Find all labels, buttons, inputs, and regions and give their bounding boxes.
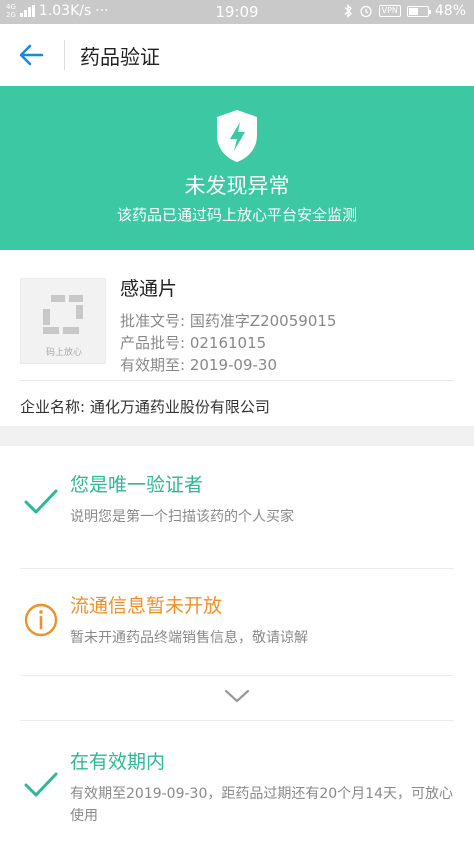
expiry-date: 有效期至: 2019-09-30: [120, 356, 277, 374]
battery-icon: [406, 5, 431, 17]
check-item-unique-verifier: 您是唯一验证者 说明您是第一个扫描该药的个人买家: [0, 446, 474, 568]
chevron-down-icon: [224, 689, 250, 703]
product-card: 码上放心 感通片 批准文号: 国药准字Z20059015 产品批号: 02161…: [0, 250, 474, 426]
check-title: 您是唯一验证者: [70, 474, 204, 496]
check-desc: 暂未开通药品终端销售信息，敬请谅解: [70, 630, 308, 646]
battery-percent: 48%: [434, 3, 466, 19]
check-item-within-validity: 在有效期内 有效期至2019-09-30，距药品过期还有20个月14天，可放心使…: [0, 721, 474, 842]
check-desc: 有效期至2019-09-30，距药品过期还有20个月14天，可放心使用: [70, 786, 453, 824]
check-icon: [24, 489, 58, 514]
section-gap: [0, 426, 474, 446]
header-divider: [64, 40, 65, 70]
info-icon: [24, 603, 58, 637]
company-name: 企业名称: 通化万通药业股份有限公司: [20, 398, 270, 416]
arrow-left-icon: [19, 44, 44, 66]
bluetooth-icon: [344, 4, 352, 18]
battery-fill: [408, 7, 418, 15]
verification-banner: 未发现异常 该药品已通过码上放心平台安全监测: [0, 86, 474, 250]
check-icon: [24, 772, 58, 797]
back-button[interactable]: [14, 40, 50, 70]
check-divider: [20, 675, 454, 676]
product-image: 码上放心: [20, 278, 106, 364]
approval-number: 批准文号: 国药准字Z20059015: [120, 312, 337, 330]
alarm-icon: [359, 5, 372, 18]
check-item-circulation-info: 流通信息暂未开放 暂未开通药品终端销售信息，敬请谅解: [0, 569, 474, 675]
product-divider: [20, 380, 454, 381]
verification-status-title: 未发现异常: [184, 174, 290, 198]
status-right: VPN 48%: [344, 3, 466, 19]
page-title: 药品验证: [80, 45, 160, 69]
vpn-badge: VPN: [378, 5, 401, 17]
product-name: 感通片: [120, 278, 178, 300]
batch-number: 产品批号: 02161015: [120, 334, 267, 352]
check-desc: 说明您是第一个扫描该药的个人买家: [70, 509, 294, 525]
status-bar: 4G 2G 1.03K/s ··· 19:09 VPN 48%: [0, 0, 474, 24]
check-title: 流通信息暂未开放: [70, 595, 223, 617]
expand-button[interactable]: [222, 686, 252, 706]
verification-status-desc: 该药品已通过码上放心平台安全监测: [116, 206, 357, 224]
check-title: 在有效期内: [70, 751, 166, 773]
product-image-label: 码上放心: [45, 348, 82, 358]
shield-icon: [217, 110, 257, 162]
logo-icon: [43, 295, 83, 334]
app-header: 药品验证: [0, 24, 474, 86]
